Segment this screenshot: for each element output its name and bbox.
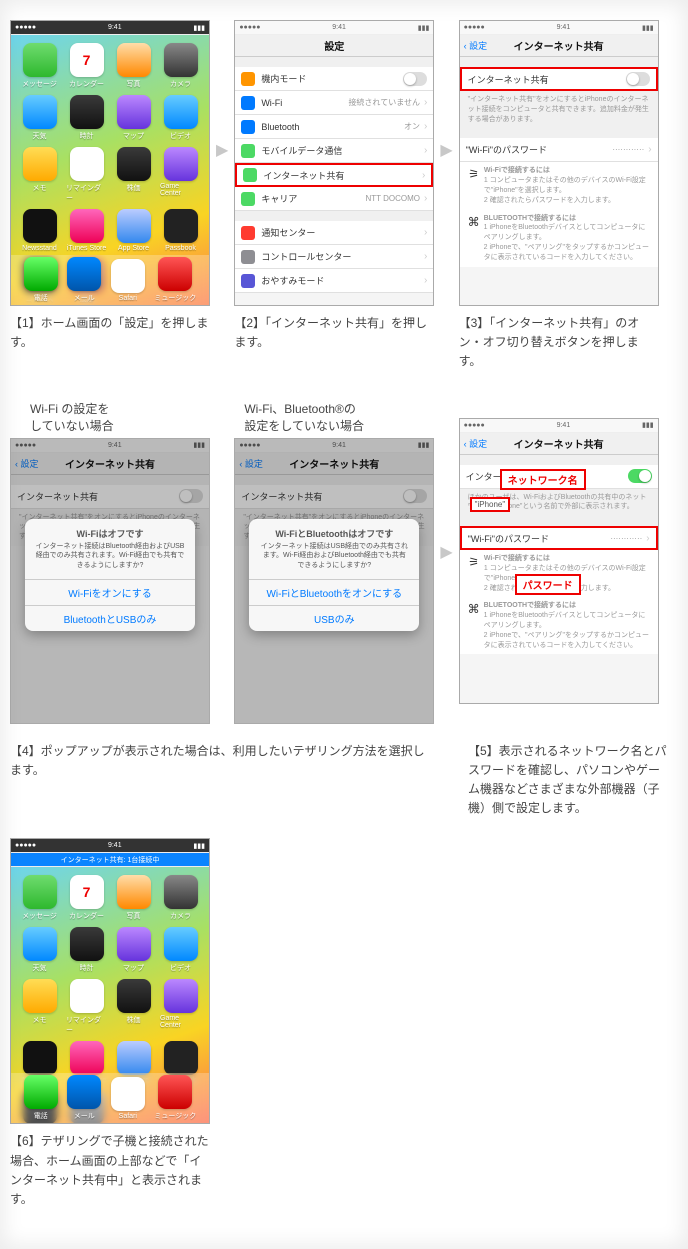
app-マップ[interactable]: マップ xyxy=(113,927,154,973)
settings-row-キャリア[interactable]: キャリアNTT DOCOMO› xyxy=(235,187,433,211)
wifi-password-row[interactable]: "Wi-Fi"のパスワード············› xyxy=(460,526,658,550)
app-天気[interactable]: 天気 xyxy=(19,95,60,141)
status-bar: ●●●●●9:41▮▮▮ xyxy=(460,21,658,35)
wifi-password-row[interactable]: "Wi-Fi"のパスワード············› xyxy=(460,138,658,162)
app-天気[interactable]: 天気 xyxy=(19,927,60,973)
popup-btn-wifi-on[interactable]: Wi-Fiをオンにする xyxy=(25,579,195,605)
caption-1: 【1】ホーム画面の「設定」を押します。 xyxy=(10,314,210,352)
popup-btn-usb-only[interactable]: USBのみ xyxy=(249,605,419,631)
dock-Safari[interactable]: Safari xyxy=(111,259,145,302)
tag-network-name: ネットワーク名 xyxy=(500,469,586,490)
alert-popup: Wi-FiとBluetoothはオフです インターネット接続はUSB経由でのみ共… xyxy=(249,519,419,631)
app-リマインダー[interactable]: リマインダー xyxy=(66,979,107,1035)
screenshot-hotspot-off: ●●●●●9:41▮▮▮ ‹ 設定インターネット共有 インターネット共有 "イン… xyxy=(459,20,659,306)
caption-4: 【4】ポップアップが表示された場合は、利用したいテザリング方法を選択します。 xyxy=(10,742,436,780)
settings-row-おやすみモード[interactable]: おやすみモード› xyxy=(235,269,433,293)
app-iTunes Store[interactable]: iTunes Store xyxy=(66,209,107,252)
caption-3: 【3】「インターネット共有」のオン・オフ切り替えボタンを押します。 xyxy=(459,314,659,372)
app-リマインダー[interactable]: リマインダー xyxy=(66,147,107,203)
wifi-icon: ⚞ xyxy=(468,166,480,205)
app-ビデオ[interactable]: ビデオ xyxy=(160,95,201,141)
dock-電話[interactable]: 電話 xyxy=(24,1075,58,1121)
nav-bar: ‹ 設定インターネット共有 xyxy=(460,35,658,57)
alert-popup: Wi-Fiはオフです インターネット接続はBluetooth経由およびUSB経由… xyxy=(25,519,195,631)
screenshot-home-sharing: ●●●●●9:41▮▮▮ インターネット共有: 1台接続中 メッセージ7カレンダ… xyxy=(10,838,210,1124)
dock-メール[interactable]: メール xyxy=(67,1075,101,1121)
app-写真[interactable]: 写真 xyxy=(113,43,154,89)
toggle-off[interactable] xyxy=(626,72,650,86)
dock-ミュージック[interactable]: ミュージック xyxy=(154,257,196,303)
popup-btn-bt-usb[interactable]: BluetoothとUSBのみ xyxy=(25,605,195,631)
app-株価[interactable]: 株価 xyxy=(113,979,154,1035)
app-メモ[interactable]: メモ xyxy=(19,979,60,1035)
app-メモ[interactable]: メモ xyxy=(19,147,60,203)
screenshot-settings: ●●●●●9:41▮▮▮ 設定 機内モードWi-Fi接続されていません›Blue… xyxy=(234,20,434,306)
arrow-icon: ▶ xyxy=(440,542,452,562)
app-マップ[interactable]: マップ xyxy=(113,95,154,141)
dock-電話[interactable]: 電話 xyxy=(24,257,58,303)
toggle-on[interactable] xyxy=(628,469,652,483)
app-メッセージ[interactable]: メッセージ xyxy=(19,875,60,921)
app-カメラ[interactable]: カメラ xyxy=(160,875,201,921)
settings-row-コントロールセンター[interactable]: コントロールセンター› xyxy=(235,245,433,269)
subheading-4b: Wi-Fi、Bluetooth®の 設定をしていない場合 xyxy=(234,400,434,434)
app-株価[interactable]: 株価 xyxy=(113,147,154,203)
dock-ミュージック[interactable]: ミュージック xyxy=(154,1075,196,1121)
app-Game Center[interactable]: Game Center xyxy=(160,979,201,1035)
arrow-icon: ▶ xyxy=(216,140,228,160)
app-Newsstand[interactable]: Newsstand xyxy=(19,209,60,252)
app-ビデオ[interactable]: ビデオ xyxy=(160,927,201,973)
settings-row-インターネット共有[interactable]: インターネット共有› xyxy=(235,163,433,187)
settings-row-Bluetooth[interactable]: Bluetoothオン› xyxy=(235,115,433,139)
app-App Store[interactable]: App Store xyxy=(113,209,154,252)
screenshot-home: ●●●●●9:41▮▮▮ メッセージ7カレンダー写真カメラ天気時計マップビデオメ… xyxy=(10,20,210,306)
caption-6: 【6】テザリングで子機と接続された場合、ホーム画面の上部などで「インターネット共… xyxy=(10,1132,210,1209)
dock-Safari[interactable]: Safari xyxy=(111,1077,145,1120)
dock-メール[interactable]: メール xyxy=(67,257,101,303)
app-時計[interactable]: 時計 xyxy=(66,927,107,973)
app-カレンダー[interactable]: 7カレンダー xyxy=(66,875,107,921)
hotspot-banner: インターネット共有: 1台接続中 xyxy=(11,853,209,867)
app-カメラ[interactable]: カメラ xyxy=(160,43,201,89)
app-写真[interactable]: 写真 xyxy=(113,875,154,921)
app-時計[interactable]: 時計 xyxy=(66,95,107,141)
popup-btn-both-on[interactable]: Wi-FiとBluetoothをオンにする xyxy=(249,579,419,605)
network-name-value: "iPhone" xyxy=(470,497,511,512)
nav-bar: 設定 xyxy=(235,35,433,57)
caption-5: 【5】表示されるネットワーク名とパスワードを確認し、パソコンやゲーム機器などさま… xyxy=(468,742,668,819)
airplane-toggle[interactable] xyxy=(403,72,427,86)
settings-row-機内モード[interactable]: 機内モード xyxy=(235,67,433,91)
status-bar: ●●●●●9:41▮▮▮ xyxy=(235,21,433,35)
caption-2: 【2】「インターネット共有」を押します。 xyxy=(234,314,434,352)
settings-row-モバイルデータ通信[interactable]: モバイルデータ通信› xyxy=(235,139,433,163)
app-メッセージ[interactable]: メッセージ xyxy=(19,43,60,89)
subheading-4a: Wi-Fi の設定を していない場合 xyxy=(10,400,210,434)
screenshot-popup-btwifi: ●●●●●9:41▮▮▮ ‹ 設定インターネット共有 インターネット共有 "イン… xyxy=(234,438,434,724)
status-bar: ●●●●●9:41▮▮▮ xyxy=(11,21,209,35)
arrow-icon: ▶ xyxy=(440,140,452,160)
settings-row-通知センター[interactable]: 通知センター› xyxy=(235,221,433,245)
screenshot-popup-wifi: ●●●●●9:41▮▮▮ ‹ 設定インターネット共有 インターネット共有 "イン… xyxy=(10,438,210,724)
tag-password: パスワード xyxy=(515,574,581,595)
screenshot-hotspot-on: ●●●●●9:41▮▮▮ ‹ 設定インターネット共有 インターネット共有 ほかの… xyxy=(459,418,659,704)
back-button[interactable]: ‹ 設定 xyxy=(464,39,488,52)
settings-row-Wi-Fi[interactable]: Wi-Fi接続されていません› xyxy=(235,91,433,115)
app-Passbook[interactable]: Passbook xyxy=(160,209,201,252)
app-Game Center[interactable]: Game Center xyxy=(160,147,201,203)
bluetooth-icon: ⌘ xyxy=(468,214,480,263)
hotspot-toggle-row[interactable]: インターネット共有 xyxy=(460,67,658,91)
app-カレンダー[interactable]: 7カレンダー xyxy=(66,43,107,89)
